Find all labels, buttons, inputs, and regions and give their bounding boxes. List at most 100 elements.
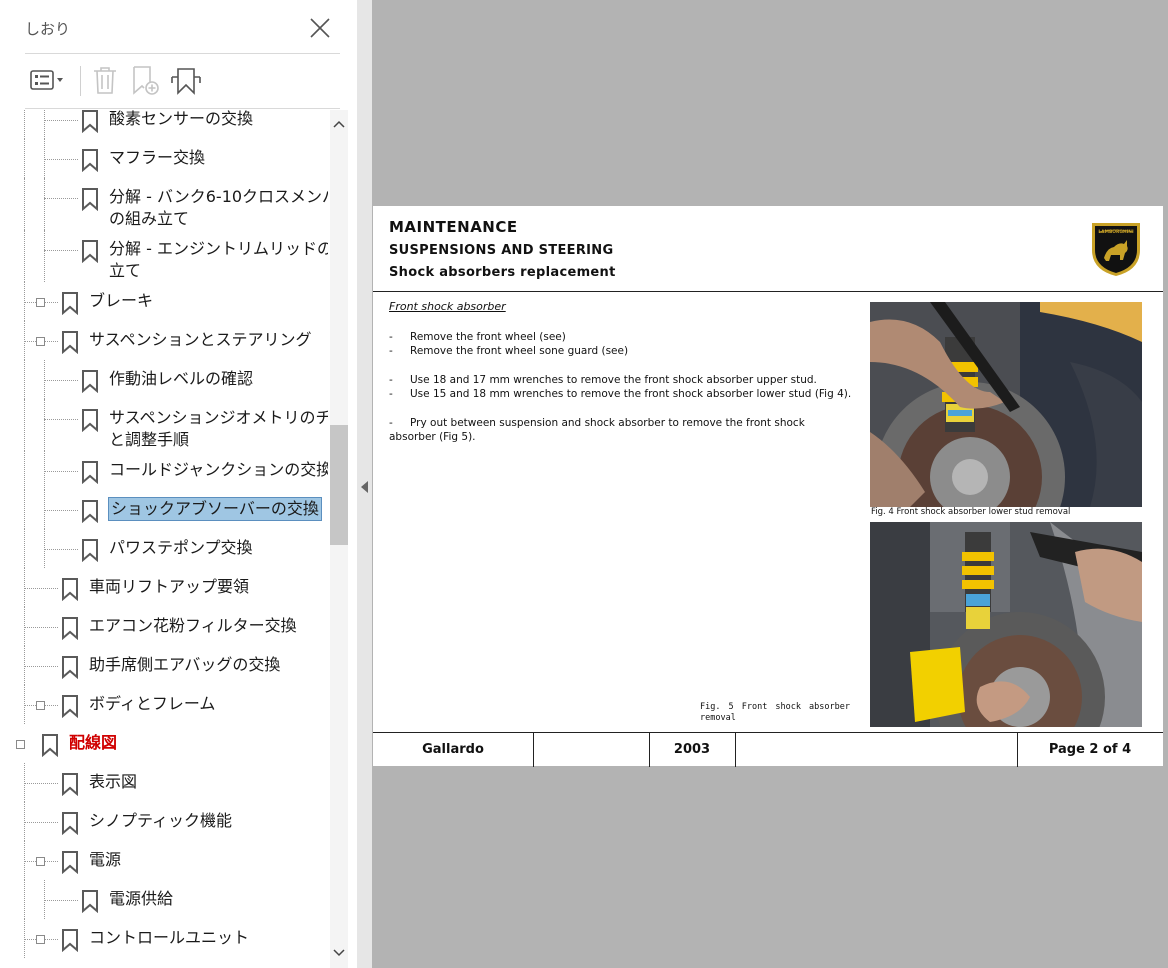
tree-connector — [44, 380, 78, 381]
collapse-panel-button[interactable] — [357, 0, 372, 968]
bookmark-item[interactable]: コールドジャンクションの交換 — [109, 459, 328, 481]
tree-guide — [44, 178, 45, 230]
tree-guide — [24, 399, 25, 451]
tree-guide — [24, 880, 25, 919]
expand-toggle[interactable] — [36, 337, 45, 346]
bookmark-label: 分解 - バンク6-10クロスメンバー — [109, 187, 328, 206]
bookmark-icon — [82, 539, 98, 562]
bookmark-icon — [82, 409, 98, 432]
expand-bookmark-button[interactable] — [168, 63, 204, 97]
bookmark-item[interactable]: 車両リフトアップ要領 — [89, 576, 249, 598]
tree-connector — [44, 549, 78, 550]
tree-connector — [24, 666, 58, 667]
bookmark-label: 作動油レベルの確認 — [109, 369, 254, 388]
bookmark-icon — [62, 812, 78, 835]
bookmark-item[interactable]: マフラー交換 — [109, 147, 205, 169]
bookmark-item[interactable]: シノプティック機能 — [89, 810, 232, 832]
bookmark-label: コントロールユニット — [89, 928, 250, 947]
bookmark-item[interactable]: 電源供給 — [109, 888, 173, 910]
bookmark-label: 電源供給 — [109, 889, 174, 908]
bookmark-item[interactable]: 分解 - エンジントリムリッドの組み立て — [109, 238, 328, 282]
footer-year: 2003 — [673, 742, 711, 757]
bookmark-label: 電源 — [89, 850, 122, 869]
bookmark-item[interactable]: 助手席側エアバッグの交換 — [89, 654, 280, 676]
bookmark-item[interactable]: コントロールユニット — [89, 927, 249, 949]
tree-guide — [24, 178, 25, 230]
fig5-photo — [870, 522, 1142, 727]
step-item: - Pry out between suspension and shock ab… — [389, 417, 805, 443]
bookmark-icon — [82, 461, 98, 484]
bookmark-label-line2: 立て — [109, 261, 142, 280]
document-page: MAINTENANCE SUSPENSIONS AND STEERING Sho… — [373, 206, 1163, 767]
footer-separator — [533, 733, 534, 767]
bookmark-item[interactable]: エアコン花粉フィルター交換 — [89, 615, 297, 637]
bookmark-item[interactable]: ボディとフレーム — [89, 693, 215, 715]
bookmark-label: コールドジャンクションの交換 — [109, 460, 328, 479]
bookmark-icon — [82, 500, 98, 523]
tree-connector — [44, 159, 78, 160]
header-rule — [373, 291, 1163, 292]
tree-connector — [44, 900, 78, 901]
bookmark-label: 車両リフトアップ要領 — [89, 577, 250, 596]
step-item: - Remove the front wheel (see) — [389, 331, 566, 343]
bookmark-label: 分解 - エンジントリムリッドの組み — [109, 239, 328, 258]
tree-guide — [44, 399, 45, 451]
bookmark-label: ボディとフレーム — [89, 694, 216, 713]
bookmark-icon — [82, 890, 98, 913]
tree-guide — [24, 529, 25, 568]
bookmark-item[interactable]: 表示図 — [89, 771, 137, 793]
triangle-left-icon — [361, 481, 368, 493]
bookmark-icon — [82, 240, 98, 263]
expand-toggle[interactable] — [36, 935, 45, 944]
bookmark-item[interactable]: 作動油レベルの確認 — [109, 368, 253, 390]
expand-toggle[interactable] — [36, 857, 45, 866]
tree-guide — [24, 110, 25, 139]
bookmark-label: 表示図 — [89, 772, 138, 791]
bookmark-label: 配線図 — [69, 733, 118, 752]
bookmark-label: サスペンションとステアリング — [89, 330, 312, 349]
panel-title: しおり — [25, 20, 71, 38]
bookmark-label: 助手席側エアバッグの交換 — [89, 655, 281, 674]
step-item: - Use 18 and 17 mm wrenches to remove the… — [389, 374, 817, 386]
logo-text: LAMBORGHINI — [1098, 229, 1134, 235]
expand-toggle[interactable] — [36, 701, 45, 710]
close-panel-button[interactable] — [306, 14, 334, 42]
scroll-up-button[interactable] — [331, 117, 347, 133]
bookmark-item[interactable]: サスペンションとステアリング — [89, 329, 312, 351]
delete-bookmark-button[interactable] — [88, 63, 124, 97]
expand-toggle[interactable] — [36, 298, 45, 307]
bookmark-item[interactable]: 電源 — [89, 849, 121, 871]
bookmark-item[interactable]: パワステポンプ交換 — [109, 537, 253, 559]
bookmark-icon — [62, 617, 78, 640]
bookmark-item[interactable]: ショックアブソーバーの交換 — [108, 497, 322, 521]
bookmark-item[interactable]: 酸素センサーの交換 — [109, 110, 253, 130]
bookmark-label: シノプティック機能 — [89, 811, 233, 830]
tree-guide — [44, 230, 45, 282]
footer-separator — [735, 733, 736, 767]
expand-toggle[interactable] — [16, 740, 25, 749]
bookmark-item[interactable]: ブレーキ — [89, 290, 153, 312]
options-menu-button[interactable] — [28, 63, 64, 97]
doc-section: Shock absorbers replacement — [389, 265, 616, 280]
list-options-icon — [30, 70, 63, 90]
new-bookmark-button[interactable] — [128, 63, 164, 97]
bookmark-item[interactable]: サスペンションジオメトリのチェックと調整手順 — [109, 407, 328, 451]
fig4-caption: Fig. 4 Front shock absorber lower stud r… — [871, 507, 1071, 517]
bookmark-item[interactable]: 分解 - バンク6-10クロスメンバーの組み立て — [109, 186, 328, 230]
bookmark-item[interactable]: 配線図 — [69, 732, 117, 754]
bookmark-icon — [82, 110, 98, 133]
scrollbar-thumb[interactable] — [330, 425, 348, 545]
tree-connector — [44, 120, 78, 121]
bookmark-tree: 酸素センサーの交換マフラー交換分解 - バンク6-10クロスメンバーの組み立て分… — [0, 110, 328, 968]
scroll-down-button[interactable] — [331, 944, 347, 960]
fig5-caption: Fig. 5 Front shock absorber removal — [700, 702, 850, 723]
divider — [25, 53, 340, 54]
chevron-up-icon — [333, 120, 345, 128]
bookmark-icon — [62, 851, 78, 874]
bookmark-icon — [62, 578, 78, 601]
bookmarks-panel: しおり 酸素センサーの交換 マフラー交換 分解 - バンク6-10クロスメン の… — [0, 0, 358, 968]
bookmark-label-line2: と調整手順 — [109, 430, 190, 449]
footer-model: Gallardo — [422, 742, 484, 757]
bookmark-icon — [62, 695, 78, 718]
section-title: Front shock absorber — [389, 300, 506, 313]
